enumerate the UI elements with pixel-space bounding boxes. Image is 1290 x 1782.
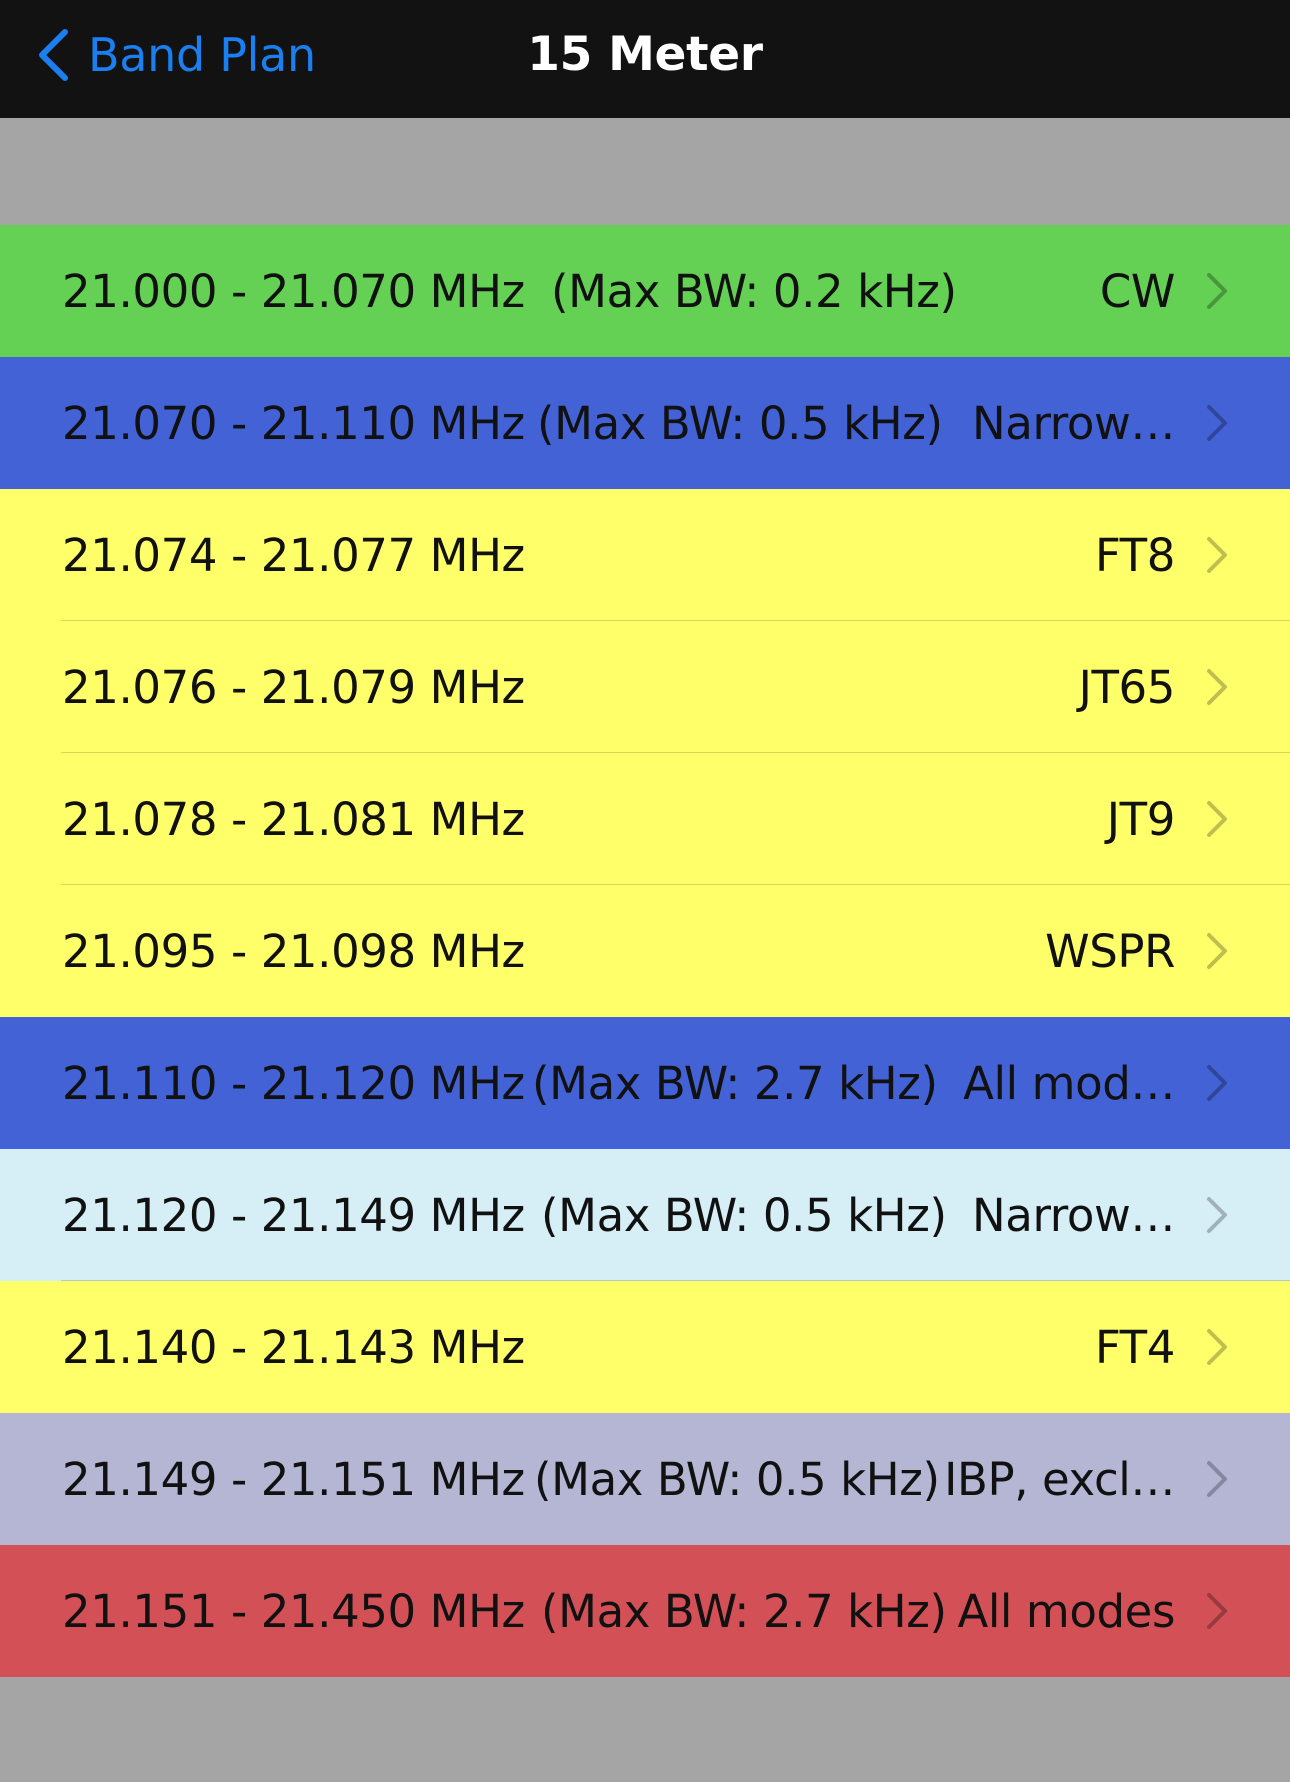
band-segment-row[interactable]: 21.120 - 21.149 MHz (Max BW: 0.5 kHz) Narr… <box>0 1149 1290 1281</box>
frequency-range-label: 21.120 - 21.149 MHz <box>62 1188 525 1242</box>
chevron-right-icon <box>1206 1064 1228 1102</box>
mode-label: JT9 <box>1106 792 1176 846</box>
max-bandwidth-label: (Max BW: 0.5 kHz) <box>537 396 943 450</box>
frequency-range-label: 21.151 - 21.450 MHz <box>62 1584 525 1638</box>
frequency-range-label: 21.076 - 21.079 MHz <box>62 660 525 714</box>
band-segment-row[interactable]: 21.076 - 21.079 MHz JT65 <box>0 621 1290 753</box>
frequency-range-label: 21.074 - 21.077 MHz <box>62 528 525 582</box>
band-segment-row[interactable]: 21.110 - 21.120 MHz (Max BW: 2.7 kHz) All … <box>0 1017 1290 1149</box>
band-segment-row[interactable]: 21.074 - 21.077 MHz FT8 <box>0 489 1290 621</box>
chevron-right-icon <box>1206 404 1228 442</box>
max-bandwidth-label: (Max BW: 2.7 kHz) <box>532 1056 938 1110</box>
band-segment-row[interactable]: 21.070 - 21.110 MHz (Max BW: 0.5 kHz) Narr… <box>0 357 1290 489</box>
max-bandwidth-label: (Max BW: 2.7 kHz) <box>541 1584 947 1638</box>
chevron-right-icon <box>1206 668 1228 706</box>
frequency-range-label: 21.000 - 21.070 MHz <box>62 264 525 318</box>
mode-label: CW <box>1099 264 1176 318</box>
mode-label: IBP, excl… <box>944 1452 1175 1506</box>
navigation-bar: Band Plan 15 Meter <box>0 0 1290 118</box>
mode-label: FT8 <box>1094 528 1175 582</box>
chevron-right-icon <box>1206 272 1228 310</box>
mode-label: Narrow… <box>972 396 1175 450</box>
chevron-right-icon <box>1206 932 1228 970</box>
chevron-right-icon <box>1206 1196 1228 1234</box>
mode-label: FT4 <box>1094 1320 1175 1374</box>
mode-label: All mod… <box>963 1056 1175 1110</box>
mode-label: WSPR <box>1045 924 1175 978</box>
frequency-range-label: 21.149 - 21.151 MHz <box>62 1452 525 1506</box>
mode-label: Narrow… <box>972 1188 1175 1242</box>
mode-label: All modes <box>957 1584 1175 1638</box>
chevron-right-icon <box>1206 536 1228 574</box>
chevron-right-icon <box>1206 1328 1228 1366</box>
band-segment-row[interactable]: 21.000 - 21.070 MHz (Max BW: 0.2 kHz) CW <box>0 225 1290 357</box>
chevron-right-icon <box>1206 1460 1228 1498</box>
band-segment-row[interactable]: 21.149 - 21.151 MHz (Max BW: 0.5 kHz) IBP,… <box>0 1413 1290 1545</box>
chevron-right-icon <box>1206 1592 1228 1630</box>
band-segment-row[interactable]: 21.078 - 21.081 MHz JT9 <box>0 753 1290 885</box>
max-bandwidth-label: (Max BW: 0.5 kHz) <box>541 1188 947 1242</box>
max-bandwidth-label: (Max BW: 0.2 kHz) <box>551 264 957 318</box>
band-segment-row[interactable]: 21.140 - 21.143 MHz FT4 <box>0 1281 1290 1413</box>
frequency-range-label: 21.078 - 21.081 MHz <box>62 792 525 846</box>
band-segment-list: 21.000 - 21.070 MHz (Max BW: 0.2 kHz) CW 21… <box>0 225 1290 1677</box>
band-segment-row[interactable]: 21.095 - 21.098 MHz WSPR <box>0 885 1290 1017</box>
frequency-range-label: 21.070 - 21.110 MHz <box>62 396 525 450</box>
chevron-right-icon <box>1206 800 1228 838</box>
mode-label: JT65 <box>1078 660 1176 714</box>
page-title: 15 Meter <box>527 27 763 82</box>
frequency-range-label: 21.140 - 21.143 MHz <box>62 1320 525 1374</box>
band-segment-row[interactable]: 21.151 - 21.450 MHz (Max BW: 2.7 kHz) All … <box>0 1545 1290 1677</box>
frequency-range-label: 21.110 - 21.120 MHz <box>62 1056 525 1110</box>
frequency-range-label: 21.095 - 21.098 MHz <box>62 924 525 978</box>
max-bandwidth-label: (Max BW: 0.5 kHz) <box>534 1452 940 1506</box>
